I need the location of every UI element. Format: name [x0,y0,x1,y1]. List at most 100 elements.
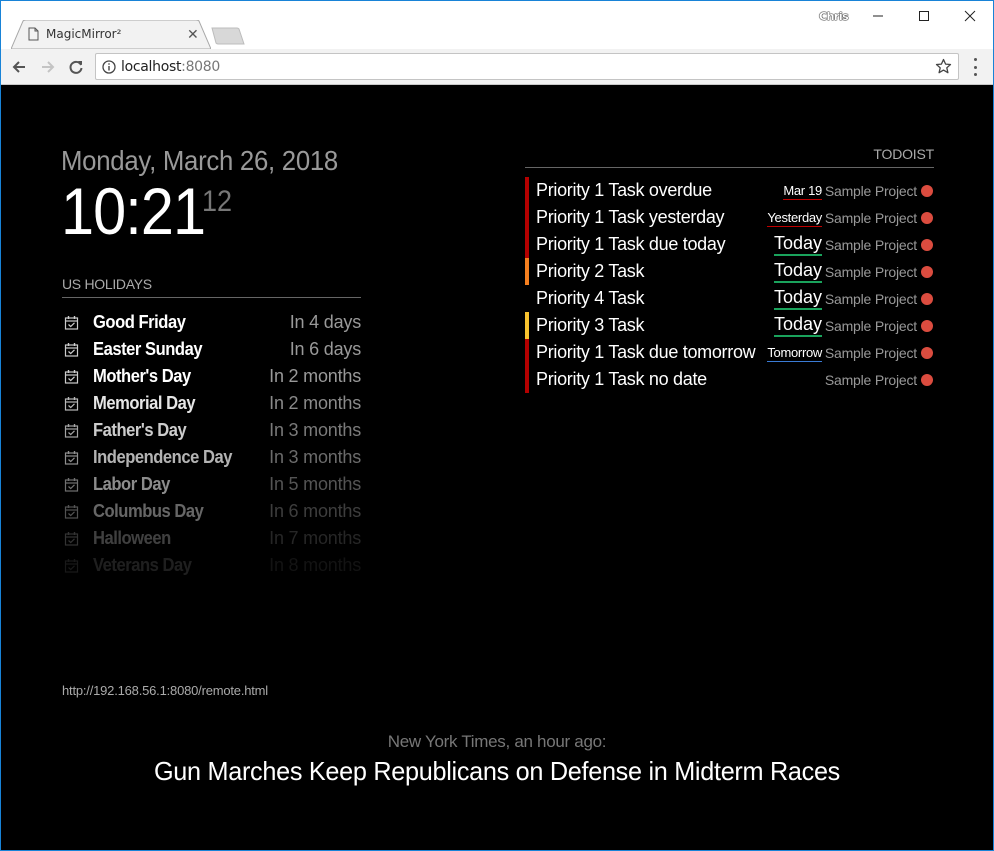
holidays-header: US Holidays [62,275,361,298]
task-project: Sample Project [824,290,917,307]
news-source: New York Times, an hour ago: [387,732,607,751]
news-headline: Gun Marches Keep Republicans on Defense … [153,756,841,786]
task-item: Priority 1 Task yesterday Yesterday Sample… [525,204,934,231]
task-title: Priority 1 Task yesterday [536,207,725,227]
holiday-relative-time: In 5 months [269,474,361,494]
task-title: Priority 1 Task due today [536,234,726,254]
holiday-item: Columbus Day In 6 months [62,498,361,525]
url-host: localhost [121,59,182,75]
task-project: Sample Project [824,236,917,253]
maximize-button[interactable] [901,1,947,31]
tab-title: MagicMirror² [46,27,122,41]
minimize-icon [873,15,883,17]
reload-button[interactable] [64,55,88,79]
info-icon[interactable] [102,60,116,74]
clock-time: 10:21 [61,174,206,248]
task-project: Sample Project [824,317,917,334]
task-project: Sample Project [824,263,917,280]
holiday-list: Good Friday In 4 days Easter Sunday In 6 da… [62,309,361,579]
holiday-item: Independence Day In 3 months [62,444,361,471]
holiday-relative-time: In 3 months [269,420,361,440]
holiday-relative-time: In 8 months [269,555,361,575]
calendar-check-icon [64,451,79,465]
priority-indicator [525,231,529,258]
task-due-date: Mar 19 [783,183,822,200]
task-due-date: Today [773,287,822,310]
holiday-item: Halloween In 7 months [62,525,361,552]
task-item: Priority 4 Task Today Sample Project [525,285,934,312]
holiday-relative-time: In 2 months [269,366,361,386]
holidays-module: US Holidays Good Friday In 4 days Easter S… [62,275,361,579]
project-color-dot [921,319,933,332]
task-list: Priority 1 Task overdue Mar 19 Sample Proj… [525,177,934,393]
holiday-item: Easter Sunday In 6 days [62,336,361,363]
browser-toolbar: localhost:8080 [1,49,993,85]
task-title: Priority 1 Task overdue [536,180,712,200]
kebab-menu-icon[interactable] [967,58,983,76]
task-item: Priority 1 Task overdue Mar 19 Sample Proj… [525,177,934,204]
remote-url[interactable]: http://192.168.56.1:8080/remote.html [62,683,268,698]
browser-window: MagicMirror² ✕ Chris localhost:8080 Mond… [0,0,994,851]
task-title: Priority 4 Task [536,288,645,308]
url-text[interactable]: localhost:8080 [121,59,220,75]
star-icon[interactable] [935,58,952,75]
priority-indicator [525,285,529,312]
task-due-date: Today [773,233,822,256]
close-window-button[interactable] [947,1,993,31]
holiday-item: Father's Day In 3 months [62,417,361,444]
reload-icon [69,60,83,74]
priority-indicator [525,177,529,204]
close-tab-icon[interactable]: ✕ [187,26,199,43]
forward-button[interactable] [36,55,60,79]
tab-magicmirror[interactable]: MagicMirror² ✕ [11,20,211,49]
todoist-module: Todoist Priority 1 Task overdue Mar 19 Sam… [525,145,934,393]
profile-name[interactable]: Chris [819,10,849,23]
address-bar[interactable]: localhost:8080 [95,53,959,80]
task-project: Sample Project [824,209,917,226]
holiday-item: Mother's Day In 2 months [62,363,361,390]
task-project: Sample Project [824,371,917,388]
calendar-check-icon [64,370,79,384]
calendar-check-icon [64,478,79,492]
task-title: Priority 1 Task due tomorrow [536,342,756,362]
task-project: Sample Project [824,344,917,361]
priority-indicator [525,258,529,285]
new-tab-button[interactable] [211,27,245,45]
holiday-relative-time: In 2 months [269,393,361,413]
priority-indicator [525,312,529,339]
project-color-dot [921,346,933,359]
calendar-check-icon [64,343,79,357]
priority-indicator [525,366,529,393]
magicmirror-page: Monday, March 26, 2018 10:21 12 US Holid… [1,85,993,850]
project-color-dot [921,211,933,224]
project-color-dot [921,238,933,251]
calendar-check-icon [64,532,79,546]
task-due-date: Today [773,260,822,283]
project-color-dot [921,184,933,197]
task-due-date: Today [773,314,822,337]
task-title: Priority 3 Task [536,315,645,335]
document-icon [28,27,39,41]
task-due-date: Tomorrow [767,345,822,362]
holiday-relative-time: In 4 days [289,312,361,332]
task-due-date: Yesterday [767,210,822,227]
task-item: Priority 1 Task due tomorrow Tomorrow Samp… [525,339,934,366]
holiday-item: Labor Day In 5 months [62,471,361,498]
newsfeed-module: New York Times, an hour ago: Gun Marches… [1,732,993,787]
calendar-check-icon [64,397,79,411]
priority-indicator [525,339,529,366]
task-title: Priority 1 Task no date [536,369,707,389]
back-button[interactable] [7,55,31,79]
arrow-right-icon [42,61,55,73]
holiday-item: Veterans Day In 8 months [62,552,361,579]
arrow-left-icon [12,61,25,73]
calendar-check-icon [64,316,79,330]
calendar-check-icon [64,559,79,573]
close-icon [964,10,976,22]
holiday-relative-time: In 7 months [269,528,361,548]
task-title: Priority 2 Task [536,261,645,281]
task-item: Priority 1 Task due today Today Sample Pro… [525,231,934,258]
minimize-button[interactable] [855,1,901,31]
priority-indicator [525,204,529,231]
task-item: Priority 3 Task Today Sample Project [525,312,934,339]
